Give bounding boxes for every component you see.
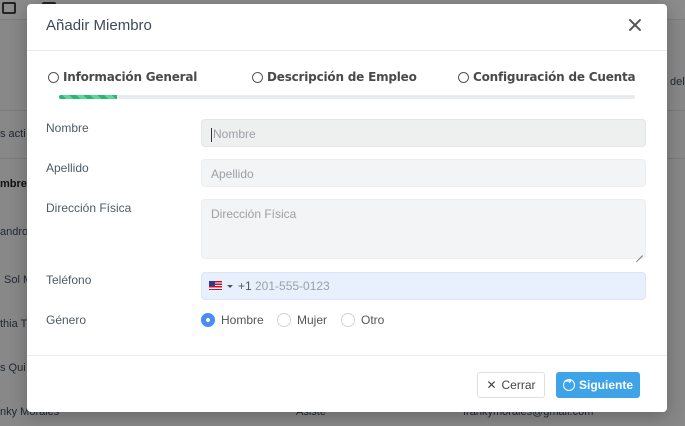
genero-radio-otro[interactable]: Otro xyxy=(341,313,384,327)
step-configuracion-cuenta[interactable]: Configuración de Cuenta xyxy=(458,70,636,84)
dial-code: +1 xyxy=(238,279,252,293)
radio-label: Otro xyxy=(361,313,385,327)
direccion-textarea[interactable]: Dirección Física xyxy=(201,199,646,259)
modal-header: Añadir Miembro xyxy=(27,4,667,51)
wizard-steps: Información General Descripción de Emple… xyxy=(47,70,643,86)
close-icon[interactable] xyxy=(628,18,642,32)
step-radio-icon xyxy=(48,71,59,83)
direccion-placeholder: Dirección Física xyxy=(211,207,297,221)
resize-handle-icon[interactable] xyxy=(636,249,643,256)
apellido-input[interactable]: Apellido xyxy=(201,159,646,187)
radio-label: Mujer xyxy=(297,313,328,327)
step-label: Descripción de Empleo xyxy=(267,70,417,84)
telefono-placeholder: 201-555-0123 xyxy=(255,279,330,293)
close-icon: ✕ xyxy=(486,378,497,392)
chevron-down-icon[interactable] xyxy=(227,285,233,288)
apellido-label: Apellido xyxy=(46,161,89,175)
wizard-progress-fill xyxy=(59,95,117,99)
add-member-modal: Añadir Miembro Información General Descr… xyxy=(27,4,667,412)
cerrar-label: Cerrar xyxy=(501,378,536,392)
nombre-input[interactable]: Nombre xyxy=(201,119,646,147)
step-radio-icon xyxy=(458,71,469,83)
nombre-label: Nombre xyxy=(46,121,89,135)
nombre-placeholder: Nombre xyxy=(213,127,256,141)
genero-radio-mujer[interactable]: Mujer xyxy=(277,313,327,327)
modal-title: Añadir Miembro xyxy=(46,17,152,34)
step-label: Información General xyxy=(63,70,198,84)
radio-checked-icon xyxy=(201,313,215,327)
step-informacion-general[interactable]: Información General xyxy=(48,70,197,84)
siguiente-label: Siguiente xyxy=(578,378,633,392)
radio-label: Hombre xyxy=(221,313,264,327)
genero-label: Género xyxy=(46,313,87,327)
radio-icon xyxy=(341,313,355,327)
radio-icon xyxy=(277,313,291,327)
telefono-label: Teléfono xyxy=(46,273,92,287)
step-radio-icon xyxy=(252,71,263,83)
cerrar-button[interactable]: ✕ Cerrar xyxy=(477,372,545,398)
siguiente-button[interactable]: Siguiente xyxy=(556,372,640,398)
wizard-progress-bar xyxy=(59,95,635,99)
genero-radio-hombre[interactable]: Hombre xyxy=(201,313,264,327)
text-caret xyxy=(211,127,212,142)
step-descripcion-empleo[interactable]: Descripción de Empleo xyxy=(252,70,417,84)
modal-footer: ✕ Cerrar Siguiente xyxy=(27,355,667,412)
step-label: Configuración de Cuenta xyxy=(473,70,636,84)
telefono-input[interactable]: +1 201-555-0123 xyxy=(201,272,646,300)
arrow-right-circle-icon xyxy=(562,377,575,391)
us-flag-icon[interactable] xyxy=(209,281,222,290)
direccion-label: Dirección Física xyxy=(46,201,132,215)
apellido-placeholder: Apellido xyxy=(211,167,254,181)
